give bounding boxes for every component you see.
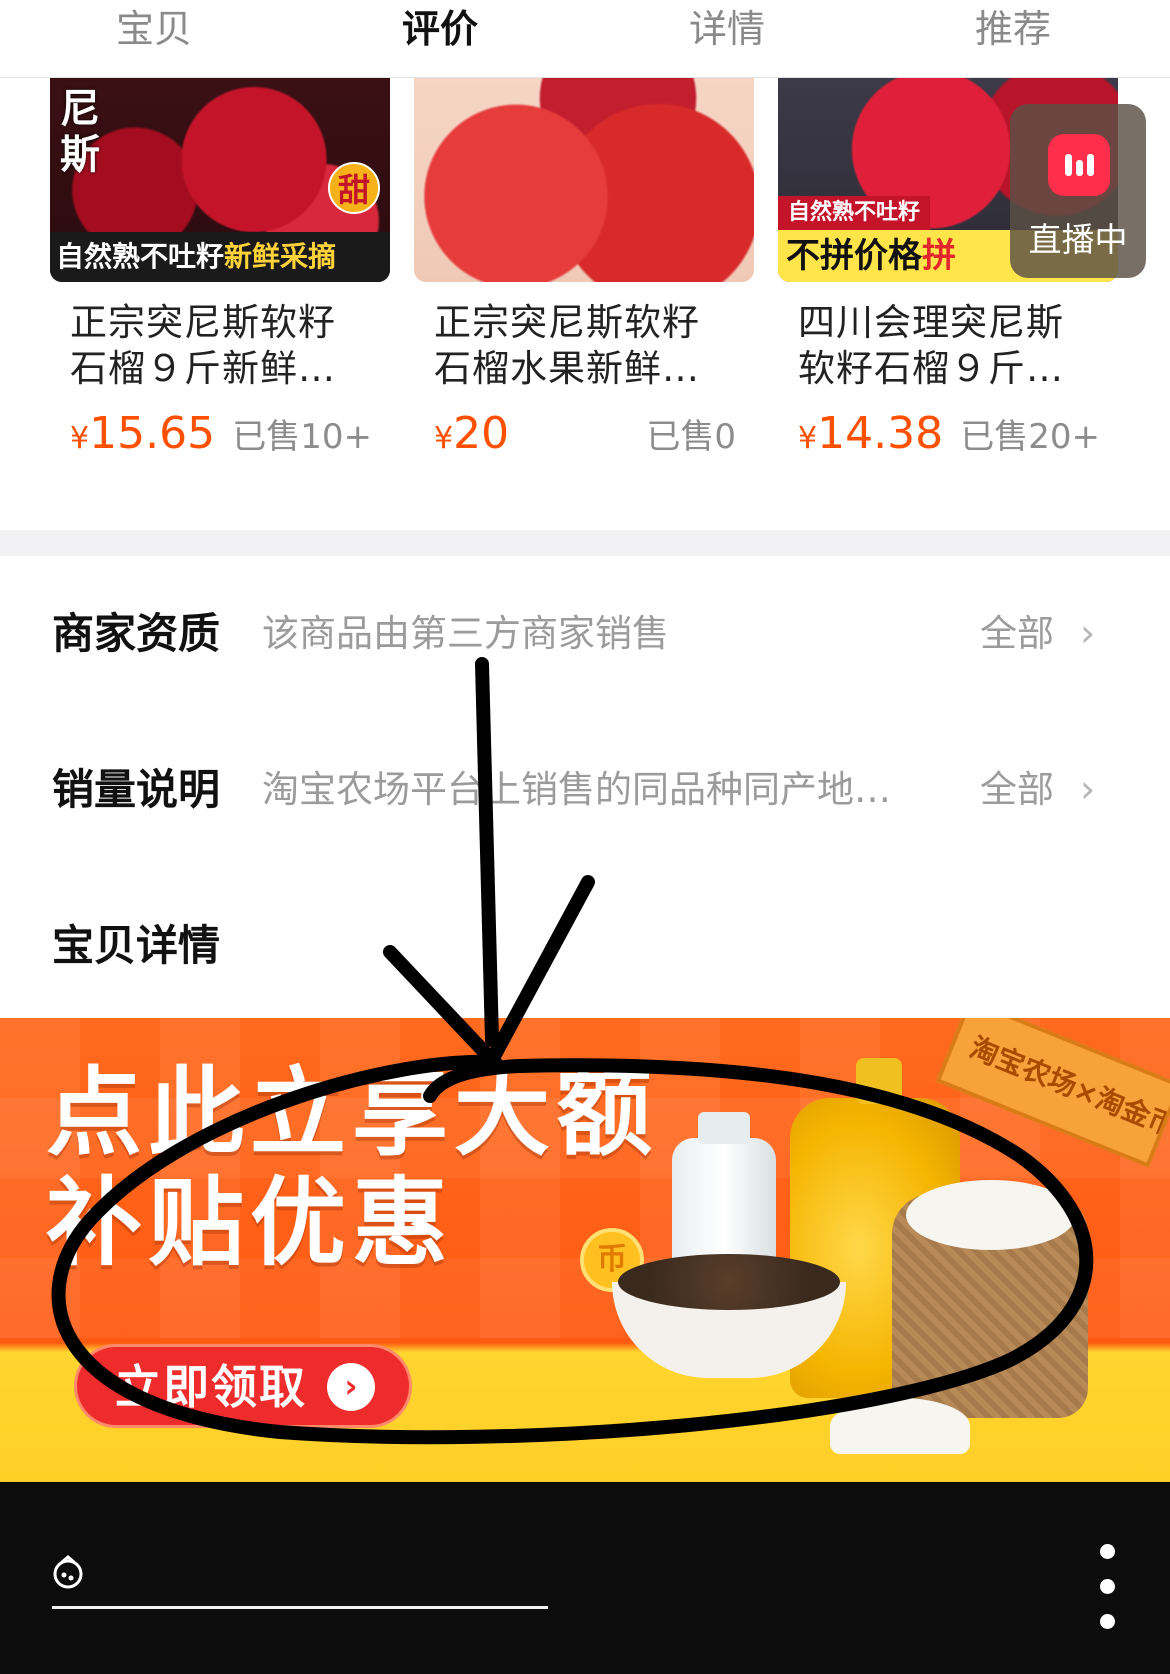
row-description: 该商品由第三方商家销售 [262,612,669,655]
claim-now-button[interactable]: 立即领取 › [74,1344,412,1428]
rice-sack-image [892,1180,1088,1418]
top-tab-bar: 宝贝 评价 详情 推荐 [0,0,1170,78]
product-price: ¥20 [434,408,509,465]
tab-items[interactable]: 宝贝 [64,2,244,60]
image-badge: 甜 [328,162,380,214]
chevron-right-icon: › [1080,767,1096,811]
price-value: 20 [453,408,510,459]
price-symbol: ¥ [434,421,454,456]
live-stream-button[interactable]: 直播中 [1010,104,1146,278]
promo-headline-line1: 点此立享大额 [46,1057,658,1169]
tab-reviews[interactable]: 评价 [350,2,530,60]
product-name[interactable]: 正宗突尼斯软籽石榴水果新鲜… [434,300,734,392]
rice-pile-image [830,1398,970,1454]
tab-recommend[interactable]: 推荐 [923,2,1103,60]
image-banner: 自然熟不吐籽新鲜采摘 [50,232,390,282]
banner-highlight: 拼 [922,236,956,276]
product-image[interactable] [414,78,754,282]
product-name[interactable]: 四川会理突尼斯软籽石榴９斤… [798,300,1098,392]
pomegranate-icon [53,1555,83,1589]
product-card[interactable]: 尼斯 甜 自然熟不吐籽新鲜采摘 正宗突尼斯软籽石榴９斤新鲜… ¥15.65 已售… [50,78,390,518]
view-all-link[interactable]: 全部 [980,750,1054,830]
product-image[interactable]: 尼斯 甜 自然熟不吐籽新鲜采摘 [50,78,390,282]
product-price: ¥15.65 [70,408,215,465]
sales-explanation-row[interactable]: 销量说明 淘宝农场平台上销售的同品种同产地… 全部 › [0,750,1170,830]
product-price: ¥14.38 [798,408,943,465]
banner-text: 自然熟不吐籽 [56,240,225,273]
promo-headline-line2: 补贴优惠 [46,1167,454,1279]
video-progress-track[interactable] [52,1606,548,1609]
sold-count: 已售20+ [960,417,1100,457]
product-name[interactable]: 正宗突尼斯软籽石榴９斤新鲜… [70,300,370,392]
row-title: 销量说明 [52,765,221,814]
arrow-right-icon: › [327,1363,375,1411]
section-title: 宝贝详情 [52,921,221,970]
product-card[interactable]: 正宗突尼斯软籽石榴水果新鲜… ¥20 已售0 [414,78,754,518]
more-options-icon[interactable] [1098,1544,1118,1630]
row-description: 淘宝农场平台上销售的同品种同产地… [262,768,891,811]
live-bars-icon [1048,134,1110,196]
sold-count: 已售0 [646,417,736,457]
chevron-right-icon: › [1080,611,1096,655]
recommended-products: 尼斯 甜 自然熟不吐籽新鲜采摘 正宗突尼斯软籽石榴９斤新鲜… ¥15.65 已售… [0,78,1170,528]
price-symbol: ¥ [798,421,818,456]
banner-text: 不拼价格 [786,236,922,276]
live-label: 直播中 [1028,220,1128,259]
subsidy-promo-banner[interactable]: 淘宝农场×淘金币 点此立享大额 补贴优惠 币 立即领取 › [0,1018,1170,1482]
tab-details[interactable]: 详情 [637,2,817,60]
claim-now-label: 立即领取 [115,1360,307,1414]
sold-count: 已售10+ [232,417,372,457]
item-details-header: 宝贝详情 [0,906,1170,986]
image-side-text: 尼斯 [60,86,100,178]
image-tag: 自然熟不吐籽 [778,196,931,230]
row-title: 商家资质 [52,609,221,658]
section-divider [0,530,1170,556]
price-value: 15.65 [89,408,216,459]
banner-highlight: 新鲜采摘 [224,240,337,273]
video-player-bar[interactable] [0,1482,1170,1674]
price-value: 14.38 [817,408,944,459]
view-all-link[interactable]: 全部 [980,594,1054,674]
price-symbol: ¥ [70,421,90,456]
merchant-qualification-row[interactable]: 商家资质 该商品由第三方商家销售 全部 › [0,594,1170,674]
